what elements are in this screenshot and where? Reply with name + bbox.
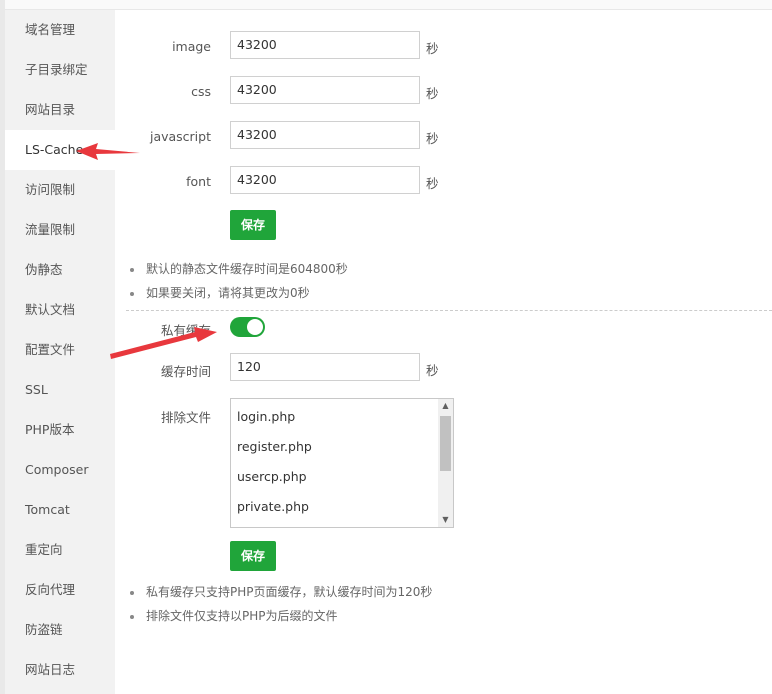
arrow-to-private-cache-toggle-icon	[110, 327, 217, 359]
site-settings-dialog: 域名管理 子目录绑定 网站目录 LS-Cache 访问限制 流量限制 伪静态 默…	[0, 0, 772, 694]
arrow-to-ls-cache-icon	[76, 143, 140, 160]
annotation-arrows	[76, 143, 217, 359]
